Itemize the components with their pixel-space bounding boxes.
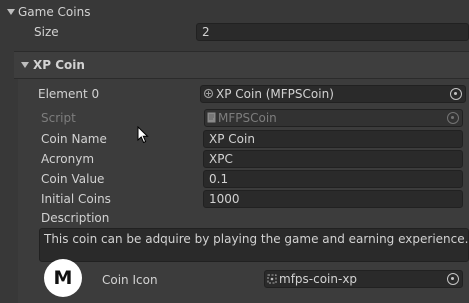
coin-icon-value: mfps-coin-xp xyxy=(279,272,358,286)
xp-coin-foldout-icon[interactable] xyxy=(21,62,29,68)
coin-value-label: Coin Value xyxy=(41,172,105,186)
scriptable-object-icon xyxy=(203,87,214,103)
coin-icon-object-field[interactable]: mfps-coin-xp xyxy=(264,270,463,288)
script-picker-icon xyxy=(447,112,459,124)
object-picker-icon[interactable] xyxy=(450,88,462,100)
acronym-label: Acronym xyxy=(41,152,95,166)
coin-name-field[interactable]: XP Coin xyxy=(203,130,463,148)
script-label: Script xyxy=(41,111,76,125)
description-label: Description xyxy=(41,211,110,225)
coin-value-field[interactable]: 0.1 xyxy=(203,170,463,188)
element0-label: Element 0 xyxy=(38,87,100,101)
coin-icon-label: Coin Icon xyxy=(102,273,158,287)
initial-coins-field[interactable]: 1000 xyxy=(203,190,463,208)
xp-coin-title[interactable]: XP Coin xyxy=(33,56,85,74)
game-coins-label[interactable]: Game Coins xyxy=(18,3,90,21)
size-field[interactable]: 2 xyxy=(196,23,469,41)
element0-value: XP Coin (MFPSCoin) xyxy=(216,87,334,101)
game-coins-foldout-icon[interactable] xyxy=(7,9,15,15)
size-label: Size xyxy=(34,25,59,39)
initial-coins-label: Initial Coins xyxy=(41,192,111,206)
script-value: MFPSCoin xyxy=(218,111,277,125)
script-object-field: MFPSCoin xyxy=(204,109,463,127)
element0-object-field[interactable]: XP Coin (MFPSCoin) xyxy=(200,85,466,103)
description-textarea[interactable]: This coin can be adquire by playing the … xyxy=(39,228,469,262)
acronym-field[interactable]: XPC xyxy=(203,150,463,168)
coin-icon-preview: M xyxy=(44,259,82,297)
script-file-icon xyxy=(207,111,216,127)
coin-name-label: Coin Name xyxy=(41,132,107,146)
sprite-icon xyxy=(267,272,277,288)
mouse-pointer-icon xyxy=(137,126,149,144)
coin-icon-picker-icon[interactable] xyxy=(447,273,459,285)
